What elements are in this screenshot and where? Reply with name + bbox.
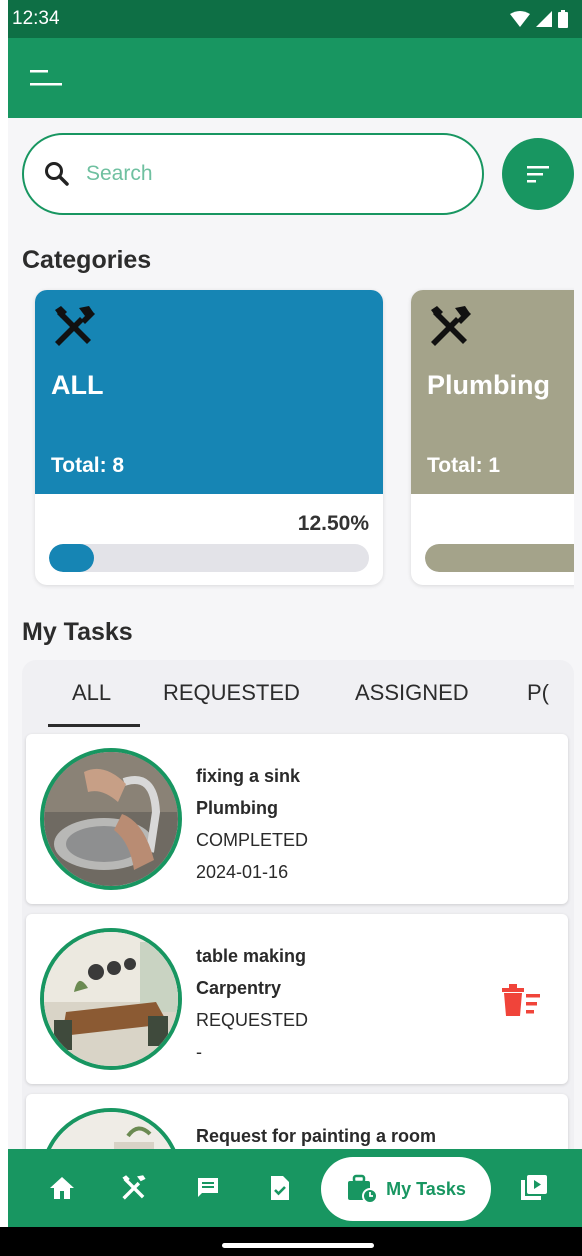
wifi-icon (510, 11, 530, 27)
tools-icon (122, 1175, 146, 1200)
category-card-header: ALL Total: 8 (35, 290, 383, 494)
search-input[interactable] (86, 162, 416, 186)
delete-sweep-icon[interactable] (500, 982, 544, 1018)
task-date: 2024-01-16 (196, 862, 289, 882)
tab-pending[interactable]: P( (527, 680, 549, 706)
tasks-panel: ALL REQUESTED ASSIGNED P( fixing a sink … (22, 660, 574, 1220)
menu-icon[interactable] (28, 66, 64, 90)
task-category: Carpentry (196, 978, 282, 998)
search-box[interactable] (22, 133, 484, 215)
task-image-sink (40, 748, 182, 890)
video-icon (521, 1175, 547, 1200)
status-icons (510, 10, 568, 28)
filter-button[interactable] (502, 138, 574, 210)
category-name: ALL (51, 370, 104, 400)
task-image-dining-table (40, 928, 182, 1070)
chat-icon (198, 1178, 218, 1197)
task-tabs: ALL REQUESTED ASSIGNED P( (22, 660, 574, 730)
left-edge (0, 0, 8, 1256)
my-tasks-icon (348, 1174, 379, 1204)
category-card-plumbing[interactable]: Plumbing Total: 1 (411, 290, 574, 585)
task-details: table making Carpentry REQUESTED - (196, 940, 308, 1068)
task-category: Plumbing (196, 798, 278, 818)
status-time: 12:34 (12, 8, 60, 29)
task-status: REQUESTED (196, 1010, 309, 1030)
task-details: Request for painting a room (196, 1120, 436, 1152)
category-progress-fill (49, 544, 94, 572)
category-progress-bar (425, 544, 574, 572)
task-title: Request for painting a room (196, 1126, 437, 1146)
category-percent: 12.50% (297, 512, 369, 535)
category-name: Plumbing (427, 370, 550, 400)
category-progress-bar (49, 544, 369, 572)
tab-requested[interactable]: REQUESTED (163, 680, 300, 706)
tab-assigned[interactable]: ASSIGNED (355, 680, 469, 706)
status-bar: 12:34 (8, 0, 582, 38)
nav-chat[interactable] (188, 1149, 228, 1227)
app-bar (8, 38, 582, 118)
battery-icon (558, 10, 568, 28)
sort-icon (527, 166, 549, 183)
tools-icon (55, 306, 95, 346)
my-tasks-title: My Tasks (22, 618, 133, 646)
tools-icon (431, 306, 471, 346)
nav-home[interactable] (42, 1149, 82, 1227)
category-card-header: Plumbing Total: 1 (411, 290, 574, 494)
task-title: table making (196, 946, 307, 966)
home-gesture-handle[interactable] (222, 1243, 374, 1248)
task-details: fixing a sink Plumbing COMPLETED 2024-01… (196, 760, 308, 888)
task-card[interactable]: table making Carpentry REQUESTED - (26, 914, 568, 1084)
search-icon (45, 162, 69, 186)
nav-my-tasks[interactable]: My Tasks (321, 1157, 491, 1221)
category-card-all[interactable]: ALL Total: 8 12.50% (35, 290, 383, 585)
system-gesture-bar (0, 1227, 582, 1256)
nav-task-check[interactable] (260, 1149, 300, 1227)
categories-title: Categories (22, 246, 152, 274)
task-status: COMPLETED (196, 830, 309, 850)
category-total: Total: 1 (427, 454, 501, 477)
home-icon (50, 1177, 74, 1199)
bottom-navigation: My Tasks (8, 1149, 582, 1227)
category-progress-fill (425, 544, 574, 572)
task-title: fixing a sink (196, 766, 301, 786)
screen: 12:34 Categories (0, 0, 582, 1256)
nav-my-tasks-label: My Tasks (386, 1178, 466, 1199)
signal-icon (536, 11, 552, 27)
nav-video[interactable] (514, 1149, 554, 1227)
task-date: - (196, 1042, 202, 1062)
category-total: Total: 8 (51, 454, 125, 477)
categories-carousel[interactable]: ALL Total: 8 12.50% Plumbing Total: 1 (22, 282, 574, 592)
nav-tools[interactable] (114, 1149, 154, 1227)
tab-all[interactable]: ALL (72, 680, 111, 706)
task-card[interactable]: fixing a sink Plumbing COMPLETED 2024-01… (26, 734, 568, 904)
task-check-icon (271, 1176, 289, 1200)
tab-indicator (48, 724, 140, 727)
